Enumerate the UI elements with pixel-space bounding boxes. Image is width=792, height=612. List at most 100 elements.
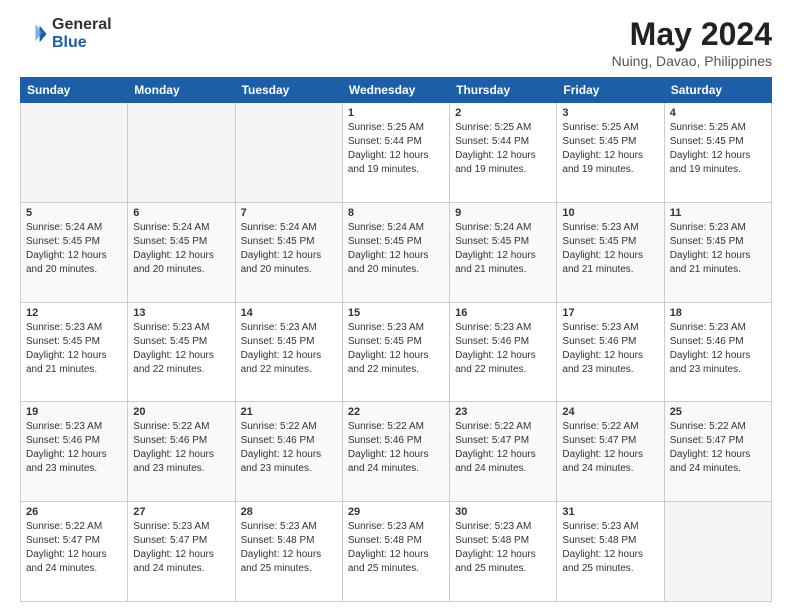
day-info: Sunrise: 5:23 AM Sunset: 5:46 PM Dayligh… [670,321,766,377]
calendar-cell: 30 Sunrise: 5:23 AM Sunset: 5:48 PM Dayli… [450,502,557,602]
calendar-cell: 4 Sunrise: 5:25 AM Sunset: 5:45 PM Daylig… [664,103,771,203]
day-info: Sunrise: 5:23 AM Sunset: 5:45 PM Dayligh… [348,321,444,377]
calendar-cell: 26Sunrise: 5:22 AM Sunset: 5:47 PM Dayli… [21,502,128,602]
page: General Blue May 2024 Nuing, Davao, Phil… [0,0,792,612]
day-number: 14 [241,307,337,319]
week-row-4: 19Sunrise: 5:23 AM Sunset: 5:46 PM Dayli… [21,402,772,502]
day-info: Sunrise: 5:24 AM Sunset: 5:45 PM Dayligh… [241,221,337,277]
calendar-cell: 8 Sunrise: 5:24 AM Sunset: 5:45 PM Daylig… [342,202,449,302]
day-number: 8 [348,207,444,219]
day-info: Sunrise: 5:23 AM Sunset: 5:45 PM Dayligh… [133,321,229,377]
day-info: Sunrise: 5:23 AM Sunset: 5:48 PM Dayligh… [562,520,658,576]
calendar-cell [664,502,771,602]
day-info: Sunrise: 5:23 AM Sunset: 5:47 PM Dayligh… [133,520,229,576]
week-row-2: 5 Sunrise: 5:24 AM Sunset: 5:45 PM Daylig… [21,202,772,302]
header-sunday: Sunday [21,78,128,103]
day-info: Sunrise: 5:24 AM Sunset: 5:45 PM Dayligh… [455,221,551,277]
calendar-cell: 15 Sunrise: 5:23 AM Sunset: 5:45 PM Dayli… [342,302,449,402]
day-number: 22 [348,406,444,418]
day-info: Sunrise: 5:22 AM Sunset: 5:46 PM Dayligh… [348,420,444,476]
header-friday: Friday [557,78,664,103]
day-number: 30 [455,506,551,518]
day-number: 27 [133,506,229,518]
day-info: Sunrise: 5:23 AM Sunset: 5:46 PM Dayligh… [455,321,551,377]
day-number: 5 [26,207,122,219]
day-info: Sunrise: 5:23 AM Sunset: 5:48 PM Dayligh… [348,520,444,576]
day-info: Sunrise: 5:25 AM Sunset: 5:45 PM Dayligh… [670,121,766,177]
day-info: Sunrise: 5:25 AM Sunset: 5:44 PM Dayligh… [455,121,551,177]
calendar-cell: 6 Sunrise: 5:24 AM Sunset: 5:45 PM Daylig… [128,202,235,302]
calendar-cell: 11Sunrise: 5:23 AM Sunset: 5:45 PM Dayli… [664,202,771,302]
calendar-cell [21,103,128,203]
calendar-cell: 12 Sunrise: 5:23 AM Sunset: 5:45 PM Dayli… [21,302,128,402]
day-number: 28 [241,506,337,518]
day-info: Sunrise: 5:22 AM Sunset: 5:47 PM Dayligh… [26,520,122,576]
calendar-cell: 21Sunrise: 5:22 AM Sunset: 5:46 PM Dayli… [235,402,342,502]
day-info: Sunrise: 5:22 AM Sunset: 5:47 PM Dayligh… [562,420,658,476]
day-info: Sunrise: 5:23 AM Sunset: 5:48 PM Dayligh… [241,520,337,576]
day-info: Sunrise: 5:23 AM Sunset: 5:46 PM Dayligh… [562,321,658,377]
day-info: Sunrise: 5:23 AM Sunset: 5:45 PM Dayligh… [26,321,122,377]
calendar-cell: 3 Sunrise: 5:25 AM Sunset: 5:45 PM Daylig… [557,103,664,203]
calendar-cell: 18Sunrise: 5:23 AM Sunset: 5:46 PM Dayli… [664,302,771,402]
day-number: 24 [562,406,658,418]
day-number: 1 [348,107,444,119]
calendar-cell: 7 Sunrise: 5:24 AM Sunset: 5:45 PM Daylig… [235,202,342,302]
week-row-3: 12 Sunrise: 5:23 AM Sunset: 5:45 PM Dayli… [21,302,772,402]
calendar-cell: 19Sunrise: 5:23 AM Sunset: 5:46 PM Dayli… [21,402,128,502]
day-info: Sunrise: 5:23 AM Sunset: 5:45 PM Dayligh… [670,221,766,277]
header-monday: Monday [128,78,235,103]
calendar-cell: 27 Sunrise: 5:23 AM Sunset: 5:47 PM Dayli… [128,502,235,602]
calendar-cell: 29Sunrise: 5:23 AM Sunset: 5:48 PM Dayli… [342,502,449,602]
logo: General Blue [20,16,112,51]
calendar-cell: 22 Sunrise: 5:22 AM Sunset: 5:46 PM Dayli… [342,402,449,502]
day-info: Sunrise: 5:24 AM Sunset: 5:45 PM Dayligh… [26,221,122,277]
day-info: Sunrise: 5:23 AM Sunset: 5:45 PM Dayligh… [241,321,337,377]
header-wednesday: Wednesday [342,78,449,103]
day-number: 10 [562,207,658,219]
day-info: Sunrise: 5:25 AM Sunset: 5:45 PM Dayligh… [562,121,658,177]
day-number: 4 [670,107,766,119]
day-number: 12 [26,307,122,319]
calendar-cell: 14 Sunrise: 5:23 AM Sunset: 5:45 PM Dayli… [235,302,342,402]
calendar-cell: 28 Sunrise: 5:23 AM Sunset: 5:48 PM Dayli… [235,502,342,602]
day-number: 13 [133,307,229,319]
day-number: 2 [455,107,551,119]
day-number: 7 [241,207,337,219]
day-number: 15 [348,307,444,319]
calendar-cell: 25Sunrise: 5:22 AM Sunset: 5:47 PM Dayli… [664,402,771,502]
week-row-1: 1 Sunrise: 5:25 AM Sunset: 5:44 PM Daylig… [21,103,772,203]
day-info: Sunrise: 5:24 AM Sunset: 5:45 PM Dayligh… [133,221,229,277]
calendar-cell: 13 Sunrise: 5:23 AM Sunset: 5:45 PM Dayli… [128,302,235,402]
header-saturday: Saturday [664,78,771,103]
calendar-table: Sunday Monday Tuesday Wednesday Thursday… [20,77,772,602]
calendar-cell: 23Sunrise: 5:22 AM Sunset: 5:47 PM Dayli… [450,402,557,502]
day-number: 31 [562,506,658,518]
calendar-cell: 2 Sunrise: 5:25 AM Sunset: 5:44 PM Daylig… [450,103,557,203]
subtitle: Nuing, Davao, Philippines [612,53,772,69]
day-number: 3 [562,107,658,119]
day-number: 17 [562,307,658,319]
logo-icon [20,20,48,48]
day-number: 6 [133,207,229,219]
logo-blue: Blue [52,34,112,52]
header-thursday: Thursday [450,78,557,103]
calendar-cell: 24 Sunrise: 5:22 AM Sunset: 5:47 PM Dayli… [557,402,664,502]
calendar-cell: 10Sunrise: 5:23 AM Sunset: 5:45 PM Dayli… [557,202,664,302]
day-info: Sunrise: 5:24 AM Sunset: 5:45 PM Dayligh… [348,221,444,277]
day-number: 16 [455,307,551,319]
day-info: Sunrise: 5:22 AM Sunset: 5:46 PM Dayligh… [241,420,337,476]
calendar-cell [128,103,235,203]
day-number: 23 [455,406,551,418]
calendar-cell: 20 Sunrise: 5:22 AM Sunset: 5:46 PM Dayli… [128,402,235,502]
day-info: Sunrise: 5:23 AM Sunset: 5:48 PM Dayligh… [455,520,551,576]
title-section: May 2024 Nuing, Davao, Philippines [612,16,772,69]
day-info: Sunrise: 5:23 AM Sunset: 5:46 PM Dayligh… [26,420,122,476]
calendar-header-row: Sunday Monday Tuesday Wednesday Thursday… [21,78,772,103]
week-row-5: 26Sunrise: 5:22 AM Sunset: 5:47 PM Dayli… [21,502,772,602]
main-title: May 2024 [612,16,772,53]
day-number: 20 [133,406,229,418]
calendar-cell: 17 Sunrise: 5:23 AM Sunset: 5:46 PM Dayli… [557,302,664,402]
day-info: Sunrise: 5:22 AM Sunset: 5:46 PM Dayligh… [133,420,229,476]
logo-text: General Blue [52,16,112,51]
